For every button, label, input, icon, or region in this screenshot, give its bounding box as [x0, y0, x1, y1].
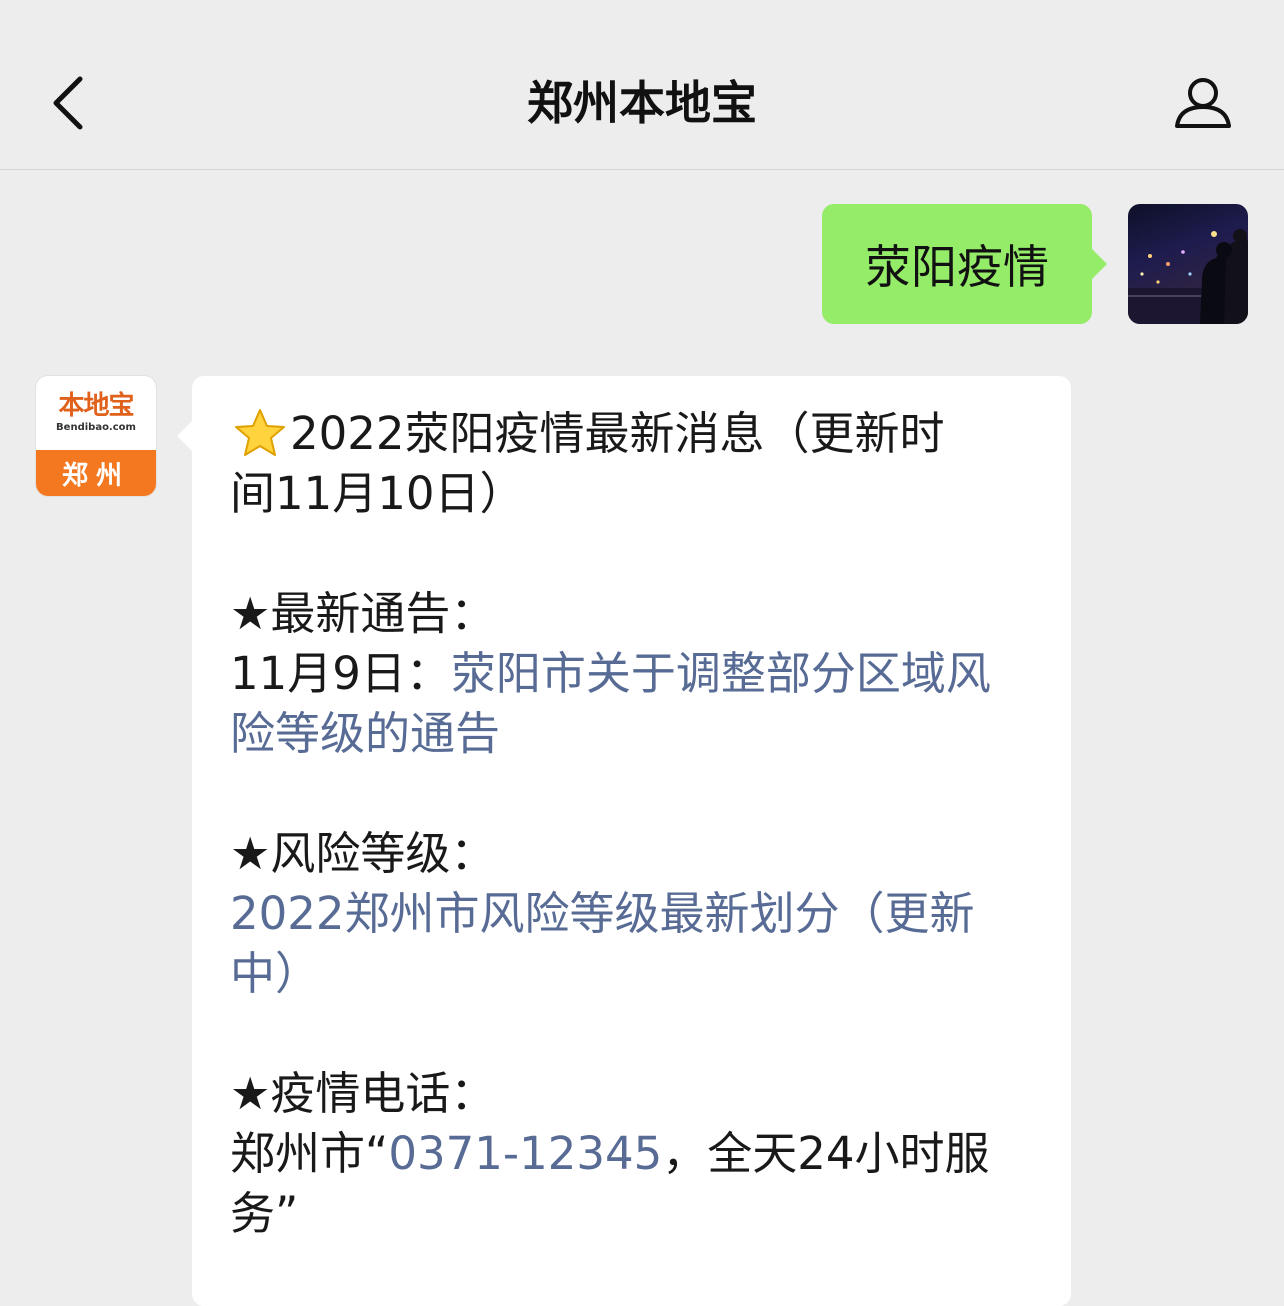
incoming-message: 2022荥阳疫情最新消息（更新时 间11月10日） ★最新通告： 11月9日：荥…	[177, 376, 1071, 1306]
top-bar: 郑州本地宝	[0, 0, 1284, 170]
user-avatar-photo	[1128, 229, 1248, 324]
user-profile-icon	[1175, 78, 1231, 128]
back-button[interactable]	[38, 70, 98, 136]
notice-date: 11月9日：	[230, 647, 451, 700]
sender-logo-en: Bendibao.com	[56, 422, 136, 433]
headline-line-2: 间11月10日）	[230, 467, 525, 520]
sender-logo-city: 郑州	[36, 450, 156, 496]
notice-link-continued[interactable]: 险等级的通告	[230, 704, 1041, 764]
notice-heading: ★最新通告：	[230, 587, 496, 640]
page-title: 郑州本地宝	[527, 76, 757, 130]
sender-logo-cn: 本地宝	[58, 391, 134, 421]
risk-link-continued[interactable]: 中）	[230, 944, 1041, 1004]
risk-heading: ★风险等级：	[230, 827, 496, 880]
headline-text-1: 2022荥阳疫情最新消息（更新时	[290, 407, 945, 460]
phone-line-2: 务”	[230, 1187, 299, 1240]
outgoing-text: 荥阳疫情	[865, 240, 1049, 294]
headline-line-1: 2022荥阳疫情最新消息（更新时	[230, 404, 1041, 464]
risk-link[interactable]: 2022郑州市风险等级最新划分（更新	[230, 884, 1041, 944]
phone-line-1: 郑州市“0371-12345，全天24小时服	[230, 1124, 1041, 1184]
phone-prefix: 郑州市“	[230, 1127, 389, 1180]
profile-button[interactable]	[1166, 70, 1240, 136]
notice-link[interactable]: 荥阳市关于调整部分区域风	[451, 647, 991, 700]
outgoing-bubble[interactable]: 荥阳疫情	[822, 204, 1107, 324]
sender-avatar[interactable]: 本地宝 Bendibao.com 郑州	[36, 376, 156, 496]
outgoing-message[interactable]: 荥阳疫情	[822, 204, 1107, 324]
chevron-left-icon	[53, 76, 83, 130]
phone-number-link[interactable]: 0371-12345	[388, 1127, 662, 1180]
phone-suffix: ，全天24小时服	[662, 1127, 990, 1180]
sender-logo: 本地宝 Bendibao.com	[36, 376, 156, 450]
user-avatar[interactable]	[1128, 204, 1248, 324]
notice-line-1: 11月9日：荥阳市关于调整部分区域风	[230, 644, 1041, 704]
phone-heading: ★疫情电话：	[230, 1067, 496, 1120]
star-emoji-icon	[235, 409, 285, 456]
